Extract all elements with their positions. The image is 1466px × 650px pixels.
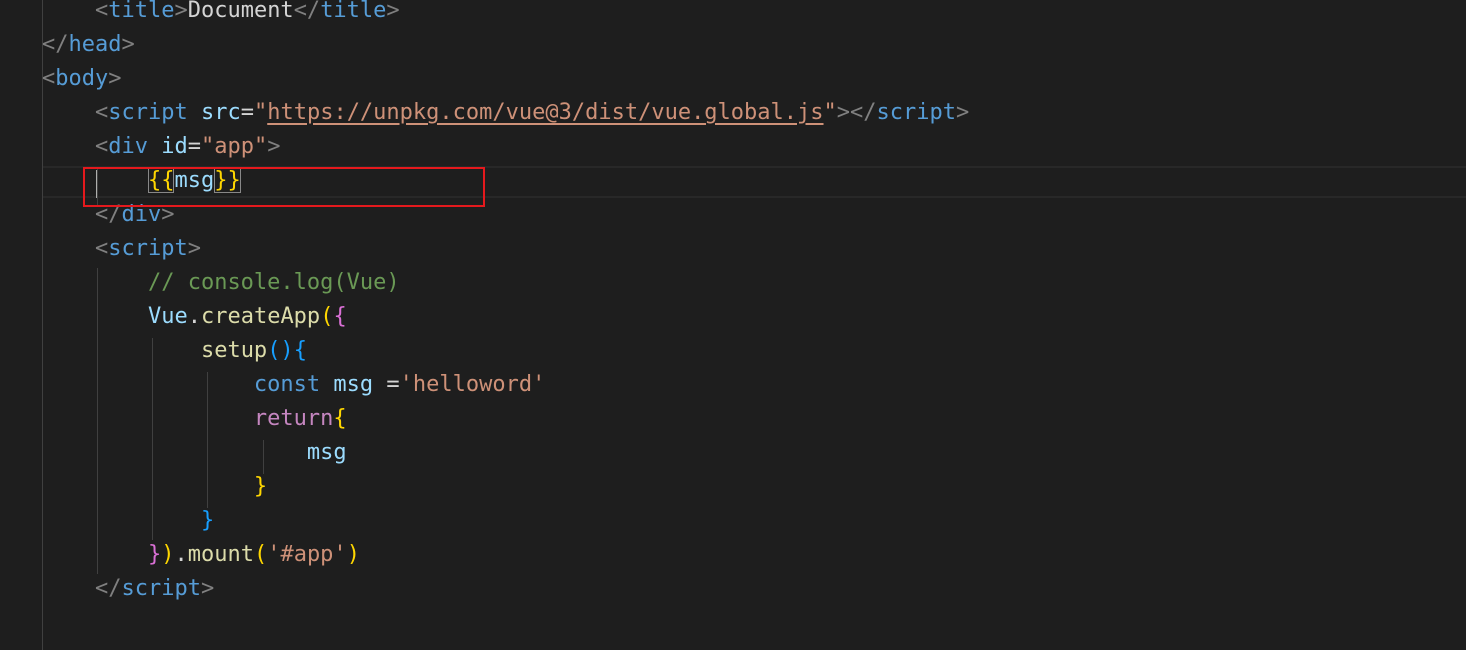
- code-line[interactable]: }).mount('#app'): [42, 540, 1462, 570]
- code-token: =: [187, 134, 201, 159]
- code-line[interactable]: <script>: [42, 234, 1462, 264]
- code-token: <: [42, 66, 56, 91]
- code-token: return: [253, 406, 334, 431]
- code-token: head: [68, 32, 122, 57]
- code-token: src: [200, 100, 241, 125]
- code-token: >: [956, 100, 970, 125]
- code-token: >: [174, 0, 188, 23]
- code-token: title: [320, 0, 387, 23]
- code-line[interactable]: const msg ='helloword': [42, 370, 1462, 400]
- code-token: Document: [187, 0, 294, 23]
- code-line[interactable]: <script src="https://unpkg.com/vue@3/dis…: [42, 98, 1462, 128]
- code-token: const: [253, 372, 321, 397]
- code-token: >: [386, 0, 400, 23]
- code-token: script: [876, 100, 956, 125]
- code-line[interactable]: <body>: [42, 64, 1462, 94]
- code-line[interactable]: // console.log(Vue): [42, 268, 1462, 298]
- code-line[interactable]: return{: [42, 404, 1462, 434]
- code-token: .: [187, 304, 201, 329]
- code-token: }: [253, 474, 268, 499]
- code-editor[interactable]: <title>Document</title> </head> <body> <sc…: [0, 0, 1466, 650]
- code-token: >: [200, 576, 215, 601]
- code-token: =: [373, 372, 400, 397]
- code-token: {: [333, 406, 347, 431]
- code-token: Vue: [147, 304, 188, 329]
- code-token: }: [200, 508, 215, 533]
- code-token: ": [823, 100, 837, 125]
- code-token: }: [147, 542, 162, 567]
- code-token: mount: [187, 542, 254, 567]
- code-token: (): [267, 338, 294, 363]
- code-line[interactable]: <div id="app">: [42, 132, 1462, 162]
- code-token: https://unpkg.com/vue@3/dist/vue.global.…: [267, 100, 824, 125]
- code-token: >: [187, 236, 201, 261]
- code-line[interactable]: }: [42, 472, 1462, 502]
- code-token: createApp: [200, 304, 321, 329]
- code-token: (: [253, 542, 268, 567]
- code-line[interactable]: Vue.createApp({: [42, 302, 1462, 332]
- code-token: msg: [333, 372, 374, 397]
- code-token: </: [293, 0, 321, 23]
- code-line[interactable]: <title>Document</title>: [42, 0, 1462, 26]
- code-token: title: [108, 0, 175, 23]
- code-token: (: [320, 304, 334, 329]
- code-token: >: [121, 32, 135, 57]
- code-token: <: [94, 236, 109, 261]
- highlight-annotation-box: [83, 167, 485, 207]
- code-token: ): [346, 542, 360, 567]
- code-token: body: [55, 66, 109, 91]
- code-token: {: [333, 304, 347, 329]
- code-token: {: [293, 338, 307, 363]
- code-line[interactable]: }: [42, 506, 1462, 536]
- code-token: id: [161, 134, 188, 159]
- code-line[interactable]: msg: [42, 438, 1462, 468]
- code-token: script: [121, 576, 201, 601]
- code-token: =: [240, 100, 254, 125]
- code-token: <: [94, 0, 109, 23]
- code-token: >: [267, 134, 281, 159]
- code-token: script: [108, 100, 188, 125]
- code-token: ></: [836, 100, 877, 125]
- code-token: <: [94, 100, 109, 125]
- code-token: >: [108, 66, 122, 91]
- code-token: script: [108, 236, 188, 261]
- code-line[interactable]: setup(){: [42, 336, 1462, 366]
- code-token: <: [94, 134, 109, 159]
- code-token: ": [253, 100, 268, 125]
- code-line[interactable]: </script>: [42, 574, 1462, 604]
- code-line[interactable]: </head>: [42, 30, 1462, 60]
- code-token: // console.log(Vue): [147, 270, 400, 295]
- code-token: setup: [200, 338, 268, 363]
- code-token: .: [174, 542, 188, 567]
- code-token: "app": [200, 134, 268, 159]
- code-token: msg: [306, 440, 347, 465]
- code-token: </: [42, 32, 69, 57]
- code-token: 'helloword': [399, 372, 546, 397]
- code-token: </: [94, 576, 122, 601]
- code-token: ): [161, 542, 175, 567]
- code-token: '#app': [267, 542, 347, 567]
- code-token: div: [108, 134, 148, 159]
